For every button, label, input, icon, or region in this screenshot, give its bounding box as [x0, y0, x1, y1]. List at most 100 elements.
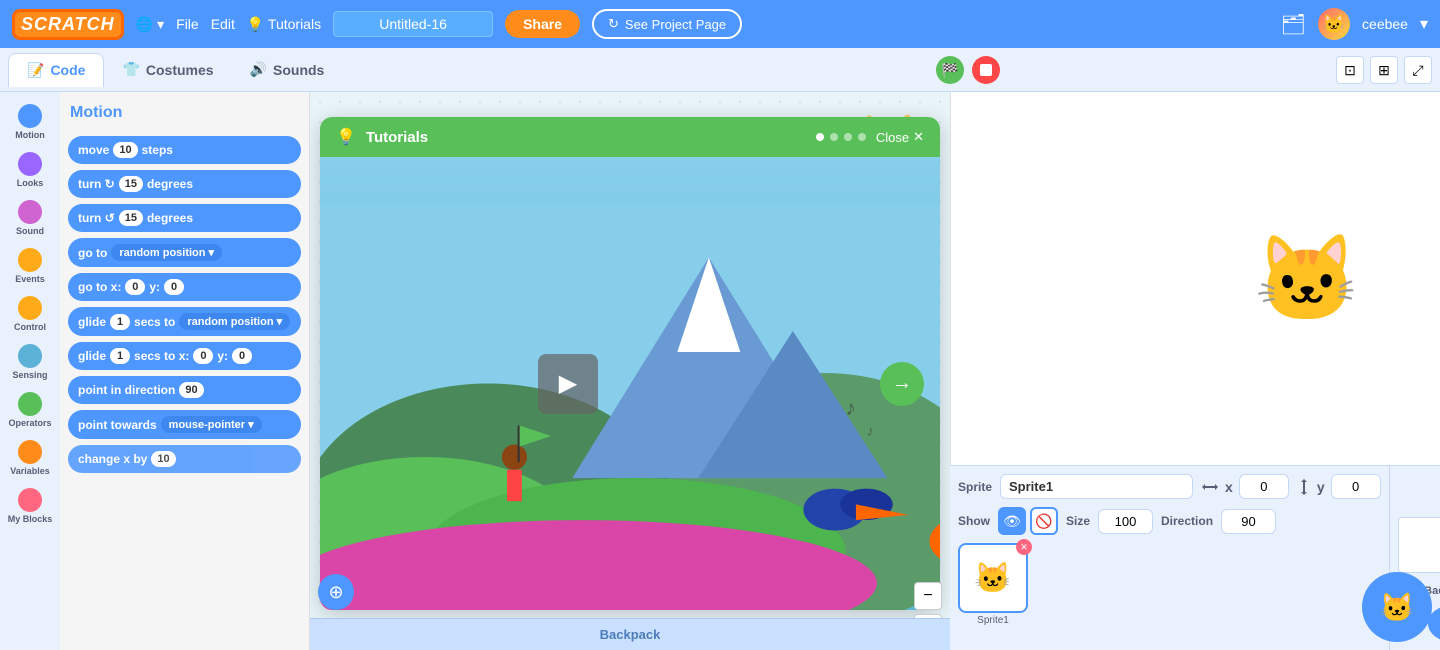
user-dropdown-icon: ▾ [1420, 14, 1428, 34]
y-arrows-icon [1297, 478, 1311, 496]
block-turn-ccw[interactable]: turn ↺ 15 degrees [68, 204, 301, 232]
show-hidden-button[interactable]: 🚫 [1030, 507, 1058, 535]
navbar: SCRATCH 🌐 ▾ File Edit 💡 Tutorials Untitl… [0, 0, 1440, 48]
sprite-delete-button[interactable]: ✕ [1016, 539, 1032, 555]
tutorial-bulb-icon: 💡 [336, 127, 356, 147]
fullscreen-button[interactable]: ⤢ [1404, 56, 1432, 84]
block-point-towards[interactable]: point towards mouse-pointer ▾ [68, 410, 301, 439]
tab-costumes[interactable]: 👕 Costumes [104, 53, 231, 86]
show-label: Show [958, 514, 990, 528]
edit-menu[interactable]: Edit [211, 16, 235, 32]
myblocks-label: My Blocks [8, 514, 53, 524]
block-change-x[interactable]: change x by 10 [68, 445, 301, 473]
x-arrows-icon [1201, 480, 1219, 494]
username[interactable]: ceebee [1362, 16, 1408, 32]
block-move[interactable]: move 10 steps [68, 136, 301, 164]
sidebar-item-looks[interactable]: Looks [17, 148, 44, 192]
direction-input[interactable] [1221, 509, 1276, 534]
sound-dot [18, 200, 42, 224]
stop-button[interactable] [972, 56, 1000, 84]
backpack-bar[interactable]: Backpack [310, 618, 950, 650]
control-dot [18, 296, 42, 320]
folder-icon[interactable]: 🗂 [1281, 12, 1306, 37]
main-content: Motion Looks Sound Events Control Sensin… [0, 92, 1440, 650]
add-sprite-icon: 🐱 [1380, 591, 1415, 624]
stage-sprite-cat: 🐱 [1254, 229, 1360, 329]
variables-dot [18, 440, 42, 464]
size-input[interactable] [1098, 509, 1153, 534]
tutorial-content: ♪ ♪ ▶ → [320, 157, 940, 610]
right-panel: 🐱 Sprite x y [950, 92, 1440, 650]
block-glide-position[interactable]: glide 1 secs to random position ▾ [68, 307, 301, 336]
block-turn-cw[interactable]: turn ↻ 15 degrees [68, 170, 301, 198]
block-categories: Motion Looks Sound Events Control Sensin… [0, 92, 60, 650]
sidebar-item-myblocks[interactable]: My Blocks [8, 484, 53, 528]
normal-stage-button[interactable]: ⊞ [1370, 56, 1398, 84]
sidebar-item-sensing[interactable]: Sensing [12, 340, 47, 384]
file-menu[interactable]: File [176, 16, 199, 32]
show-visible-button[interactable]: 👁 [998, 507, 1026, 535]
code-tab-icon: 📝 [27, 62, 44, 79]
workspace[interactable]: 🐱 💡 Tutorials Close ✕ [310, 92, 950, 650]
block-panel-title: Motion [68, 100, 301, 126]
looks-dot [18, 152, 42, 176]
tutorial-dot-4[interactable] [858, 133, 866, 141]
block-goto-position[interactable]: go to random position ▾ [68, 238, 301, 267]
sensing-label: Sensing [12, 370, 47, 380]
small-stage-button[interactable]: ⊡ [1336, 56, 1364, 84]
tutorial-next-button[interactable]: → [880, 362, 924, 406]
looks-label: Looks [17, 178, 44, 188]
operators-label: Operators [8, 418, 51, 428]
stage-controls: 🏁 [936, 56, 1000, 84]
tutorials-menu[interactable]: 💡 Tutorials [247, 16, 321, 33]
project-title[interactable]: Untitled-16 [333, 11, 493, 37]
sprite-thumb-sprite1[interactable]: 🐱 ✕ [958, 543, 1028, 613]
sidebar-item-operators[interactable]: Operators [8, 388, 51, 432]
tab-sounds[interactable]: 🔊 Sounds [232, 53, 343, 86]
scratch-logo[interactable]: SCRATCH [12, 9, 124, 40]
y-input[interactable] [1331, 474, 1381, 499]
block-glide-xy[interactable]: glide 1 secs to x: 0 y: 0 [68, 342, 301, 370]
tutorial-dot-1[interactable] [816, 133, 824, 141]
sidebar-item-variables[interactable]: Variables [10, 436, 50, 480]
tutorial-dot-3[interactable] [844, 133, 852, 141]
events-dot [18, 248, 42, 272]
zoom-out-button[interactable]: − [914, 582, 942, 610]
svg-text:♪: ♪ [866, 424, 873, 440]
tutorial-header: 💡 Tutorials Close ✕ [320, 117, 940, 157]
sidebar-item-events[interactable]: Events [15, 244, 45, 288]
language-selector[interactable]: 🌐 ▾ [136, 16, 164, 33]
lightbulb-icon: 💡 [247, 16, 264, 32]
x-coord: x [1201, 474, 1289, 499]
play-button[interactable]: ▶ [538, 354, 598, 414]
sprite-label: Sprite [958, 480, 992, 494]
sidebar-item-sound[interactable]: Sound [16, 196, 44, 240]
events-label: Events [15, 274, 45, 284]
block-goto-xy[interactable]: go to x: 0 y: 0 [68, 273, 301, 301]
size-label: Size [1066, 514, 1090, 528]
add-sprite-button[interactable]: 🐱 [1362, 572, 1432, 642]
sidebar-item-motion[interactable]: Motion [15, 100, 45, 144]
control-label: Control [14, 322, 46, 332]
add-extension-button[interactable]: ⊕ [318, 574, 354, 610]
tutorial-title: Tutorials [366, 129, 806, 146]
tutorial-dot-2[interactable] [830, 133, 838, 141]
sidebar-item-control[interactable]: Control [14, 292, 46, 336]
stage-thumbnail[interactable] [1398, 517, 1440, 573]
stage-canvas: 🐱 [951, 92, 1440, 465]
x-input[interactable] [1239, 474, 1289, 499]
tutorial-close-button[interactable]: Close ✕ [876, 129, 924, 145]
motion-label: Motion [15, 130, 45, 140]
sprite-attrs-row: Show 👁 🚫 Size Direction [958, 507, 1381, 535]
tab-code[interactable]: 📝 Code [8, 53, 104, 87]
share-button[interactable]: Share [505, 10, 580, 38]
see-project-button[interactable]: ↻ See Project Page [592, 9, 742, 39]
tutorial-dots [816, 133, 866, 141]
sprite-name-input[interactable] [1000, 474, 1193, 499]
sensing-dot [18, 344, 42, 368]
block-panel: Motion move 10 steps turn ↻ 15 degrees t… [60, 92, 310, 650]
sprite-panel: Sprite x y Show [950, 465, 1440, 650]
green-flag-button[interactable]: 🏁 [936, 56, 964, 84]
block-point-direction[interactable]: point in direction 90 [68, 376, 301, 404]
avatar: 🐱 [1318, 8, 1350, 40]
